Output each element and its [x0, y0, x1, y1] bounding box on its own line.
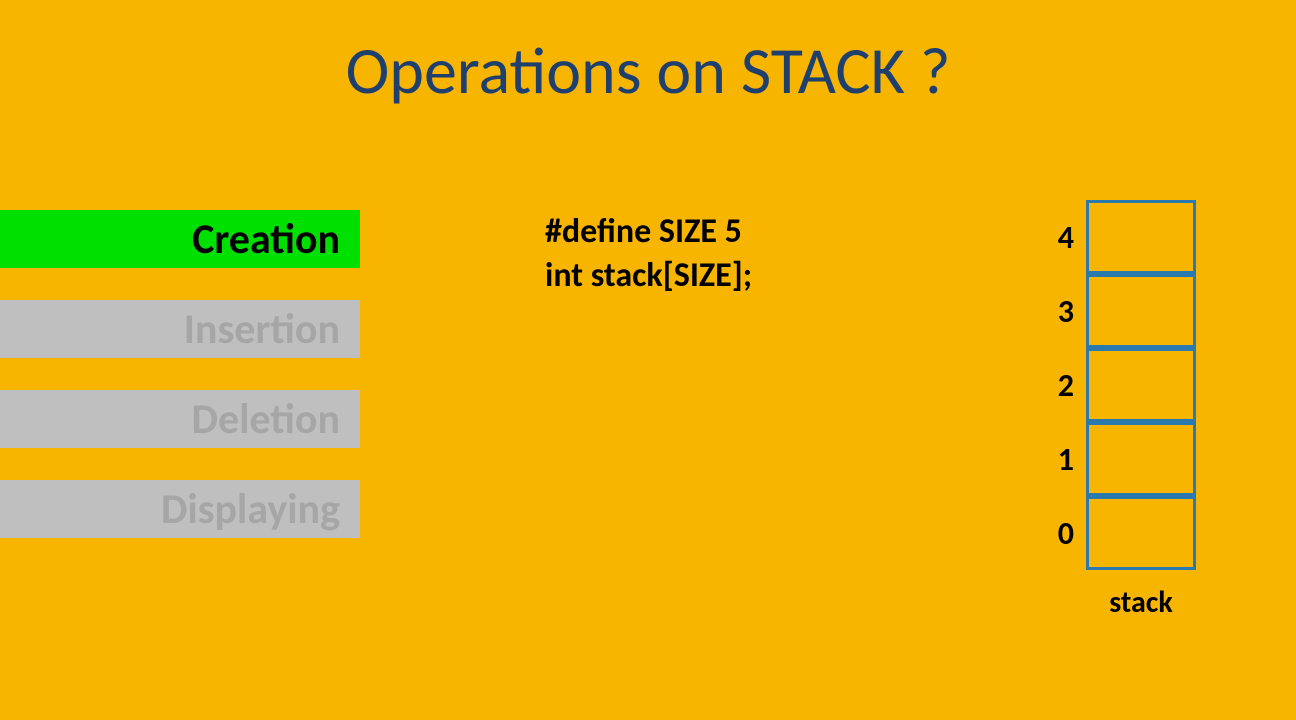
stack-cell-2 — [1086, 348, 1196, 422]
op-displaying: Displaying — [0, 480, 360, 538]
slide-title: Operations on STACK ? — [0, 30, 1296, 111]
stack-index-4: 4 — [1046, 218, 1086, 257]
code-line-1: #define SIZE 5 — [545, 210, 752, 254]
code-line-2: int stack[SIZE]; — [545, 254, 752, 298]
stack-cell-0 — [1086, 496, 1196, 570]
stack-index-3: 3 — [1046, 292, 1086, 331]
operations-list: Creation Insertion Deletion Displaying — [0, 210, 360, 570]
stack-label: stack — [1046, 584, 1196, 621]
stack-row: 2 — [1046, 348, 1196, 422]
stack-cell-1 — [1086, 422, 1196, 496]
op-creation: Creation — [0, 210, 360, 268]
op-deletion: Deletion — [0, 390, 360, 448]
stack-index-0: 0 — [1046, 514, 1086, 553]
stack-row: 0 — [1046, 496, 1196, 570]
stack-row: 3 — [1046, 274, 1196, 348]
stack-index-1: 1 — [1046, 440, 1086, 479]
stack-cell-3 — [1086, 274, 1196, 348]
stack-diagram: 4 3 2 1 0 stack — [1046, 200, 1196, 621]
stack-row: 4 — [1046, 200, 1196, 274]
stack-row: 1 — [1046, 422, 1196, 496]
stack-cell-4 — [1086, 200, 1196, 274]
code-snippet: #define SIZE 5 int stack[SIZE]; — [545, 210, 752, 298]
stack-index-2: 2 — [1046, 366, 1086, 405]
op-insertion: Insertion — [0, 300, 360, 358]
